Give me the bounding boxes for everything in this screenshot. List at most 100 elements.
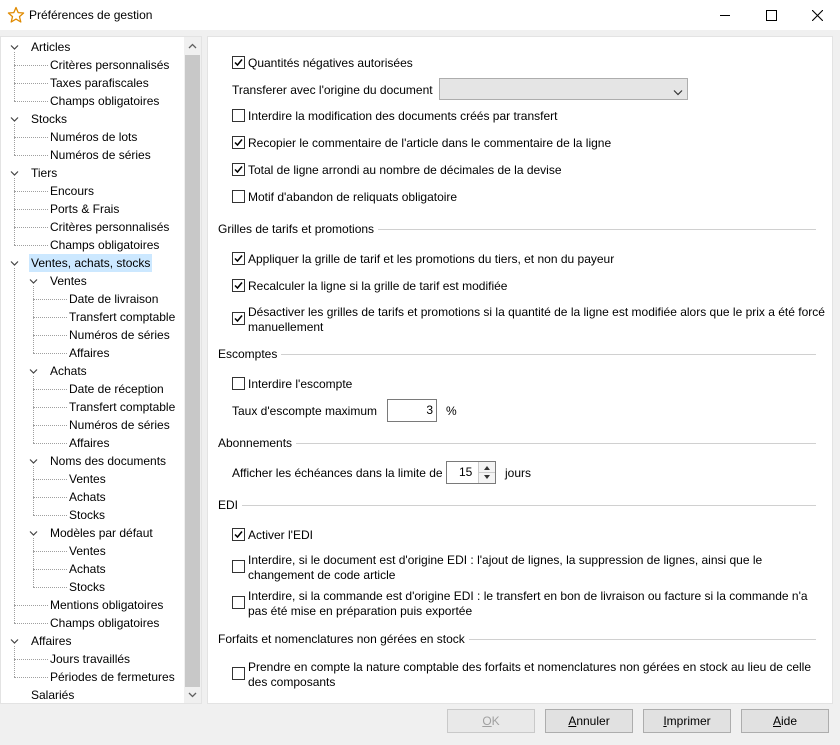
tree-item-label: Affaires bbox=[69, 346, 110, 360]
checkbox[interactable] bbox=[232, 109, 245, 122]
close-button[interactable] bbox=[794, 0, 840, 30]
tree-item-noms-des-documents[interactable]: Noms des documents bbox=[1, 452, 185, 470]
checkmark-icon bbox=[234, 282, 243, 290]
tree-item-numeros-de-series[interactable]: Numéros de séries bbox=[1, 146, 185, 164]
checkbox[interactable] bbox=[232, 377, 245, 390]
scroll-thumb[interactable] bbox=[185, 55, 200, 687]
tree-item-achats[interactable]: Achats bbox=[1, 488, 185, 506]
discount-rate-input[interactable]: 3 bbox=[387, 399, 437, 422]
tree-connector bbox=[14, 659, 48, 660]
maximize-icon bbox=[765, 9, 777, 21]
deadline-days-stepper[interactable]: 15 bbox=[446, 461, 496, 484]
tree-item-label: Achats bbox=[50, 364, 87, 378]
chevron-down-icon[interactable] bbox=[10, 115, 19, 124]
tree-item-affaires[interactable]: Affaires bbox=[1, 632, 185, 650]
tree-item-champs-obligatoires[interactable]: Champs obligatoires bbox=[1, 614, 185, 632]
tree-connector bbox=[14, 137, 48, 138]
chevron-down-icon[interactable] bbox=[29, 529, 38, 538]
tree-item-numeros-de-series[interactable]: Numéros de séries bbox=[1, 416, 185, 434]
maximize-button[interactable] bbox=[748, 0, 794, 30]
checkmark-icon bbox=[234, 255, 243, 263]
section-divider bbox=[218, 505, 816, 506]
aide-button[interactable]: Aide bbox=[741, 709, 829, 733]
checkbox-label-continued: des composants bbox=[248, 675, 336, 689]
origin-document-select[interactable] bbox=[439, 78, 688, 100]
tree-item-label: Numéros de lots bbox=[50, 130, 138, 144]
tree-item-encours[interactable]: Encours bbox=[1, 182, 185, 200]
tree-item-numeros-de-series[interactable]: Numéros de séries bbox=[1, 326, 185, 344]
tree-item-label: Noms des documents bbox=[50, 454, 167, 468]
tree-item-salaries[interactable]: Salariés bbox=[1, 686, 185, 704]
checkmark-icon bbox=[234, 315, 243, 323]
tree-item-affaires[interactable]: Affaires bbox=[1, 434, 185, 452]
checkbox[interactable] bbox=[232, 136, 245, 149]
section-header: Grilles de tarifs et promotions bbox=[218, 222, 816, 236]
tree-item-articles[interactable]: Articles bbox=[1, 38, 185, 56]
up-down-arrow-icon[interactable] bbox=[479, 462, 495, 483]
chevron-down-icon[interactable] bbox=[10, 259, 19, 268]
tree-item-tiers[interactable]: Tiers bbox=[1, 164, 185, 182]
annuler-button[interactable]: Annuler bbox=[545, 709, 633, 733]
tree-item-stocks[interactable]: Stocks bbox=[1, 110, 185, 128]
chevron-down-icon[interactable] bbox=[10, 169, 19, 178]
tree-item-achats[interactable]: Achats bbox=[1, 560, 185, 578]
scroll-down-arrow[interactable] bbox=[184, 686, 201, 703]
section-title: Abonnements bbox=[218, 436, 297, 450]
tree-item-transfert-comptable[interactable]: Transfert comptable bbox=[1, 308, 185, 326]
tree-item-label: Transfert comptable bbox=[69, 310, 176, 324]
chevron-down-icon[interactable] bbox=[29, 367, 38, 376]
tree-item-periodes-de-fermetures[interactable]: Périodes de fermetures bbox=[1, 668, 185, 686]
checkbox[interactable] bbox=[232, 312, 245, 325]
tree-item-champs-obligatoires[interactable]: Champs obligatoires bbox=[1, 236, 185, 254]
checkbox-label: Interdire, si le document est d'origine … bbox=[248, 553, 763, 567]
tree-item-modeles-par-defaut[interactable]: Modèles par défaut bbox=[1, 524, 185, 542]
tree-item-jours-travailles[interactable]: Jours travaillés bbox=[1, 650, 185, 668]
tree-item-criteres-personnalises[interactable]: Critères personnalisés bbox=[1, 218, 185, 236]
checkbox[interactable] bbox=[232, 56, 245, 69]
tree-connector bbox=[14, 227, 48, 228]
tree-item-label: Stocks bbox=[69, 508, 106, 522]
tree-item-label: Critères personnalisés bbox=[50, 220, 170, 234]
tree-item-criteres-personnalises[interactable]: Critères personnalisés bbox=[1, 56, 185, 74]
checkbox[interactable] bbox=[232, 279, 245, 292]
tree-item-affaires[interactable]: Affaires bbox=[1, 344, 185, 362]
tree-item-date-de-livraison[interactable]: Date de livraison bbox=[1, 290, 185, 308]
tree-item-mentions-obligatoires[interactable]: Mentions obligatoires bbox=[1, 596, 185, 614]
chevron-down-icon[interactable] bbox=[10, 43, 19, 52]
tree-item-achats[interactable]: Achats bbox=[1, 362, 185, 380]
checkbox[interactable] bbox=[232, 252, 245, 265]
chevron-down-icon[interactable] bbox=[29, 277, 38, 286]
checkbox[interactable] bbox=[232, 528, 245, 541]
tree-scrollbar[interactable] bbox=[184, 37, 201, 703]
tree-item-ports-frais[interactable]: Ports & Frais bbox=[1, 200, 185, 218]
minimize-button[interactable] bbox=[702, 0, 748, 30]
navigation-tree[interactable]: Articles Critères personnalisés Taxes para… bbox=[0, 36, 202, 704]
scroll-up-arrow[interactable] bbox=[184, 37, 201, 54]
tree-connector bbox=[14, 155, 48, 156]
tree-item-taxes-parafiscales[interactable]: Taxes parafiscales bbox=[1, 74, 185, 92]
chevron-down-icon[interactable] bbox=[29, 457, 38, 466]
tree-item-ventes[interactable]: Ventes bbox=[1, 272, 185, 290]
tree-item-ventes[interactable]: Ventes bbox=[1, 470, 185, 488]
checkbox[interactable] bbox=[232, 560, 245, 573]
chevron-down-icon[interactable] bbox=[10, 637, 19, 646]
checkbox[interactable] bbox=[232, 163, 245, 176]
tree-item-ventes-achats-stocks[interactable]: Ventes, achats, stocks bbox=[1, 254, 185, 272]
tree-item-numeros-de-lots[interactable]: Numéros de lots bbox=[1, 128, 185, 146]
tree-item-stocks[interactable]: Stocks bbox=[1, 578, 185, 596]
combo-label: Transferer avec l'origine du document bbox=[232, 83, 433, 97]
tree-item-label: Critères personnalisés bbox=[50, 58, 170, 72]
tree-item-stocks[interactable]: Stocks bbox=[1, 506, 185, 524]
imprimer-button[interactable]: Imprimer bbox=[643, 709, 731, 733]
checkbox[interactable] bbox=[232, 596, 245, 609]
stepper-value: 15 bbox=[459, 465, 473, 479]
checkbox[interactable] bbox=[232, 667, 245, 680]
tree-item-transfert-comptable[interactable]: Transfert comptable bbox=[1, 398, 185, 416]
stepper-arrows[interactable] bbox=[478, 462, 495, 483]
section-title: Forfaits et nomenclatures non gérées en … bbox=[218, 632, 469, 646]
tree-item-ventes[interactable]: Ventes bbox=[1, 542, 185, 560]
checkbox[interactable] bbox=[232, 190, 245, 203]
settings-panel: Quantités négatives autorisées Transferer… bbox=[207, 36, 833, 704]
tree-item-champs-obligatoires[interactable]: Champs obligatoires bbox=[1, 92, 185, 110]
tree-item-date-de-reception[interactable]: Date de réception bbox=[1, 380, 185, 398]
